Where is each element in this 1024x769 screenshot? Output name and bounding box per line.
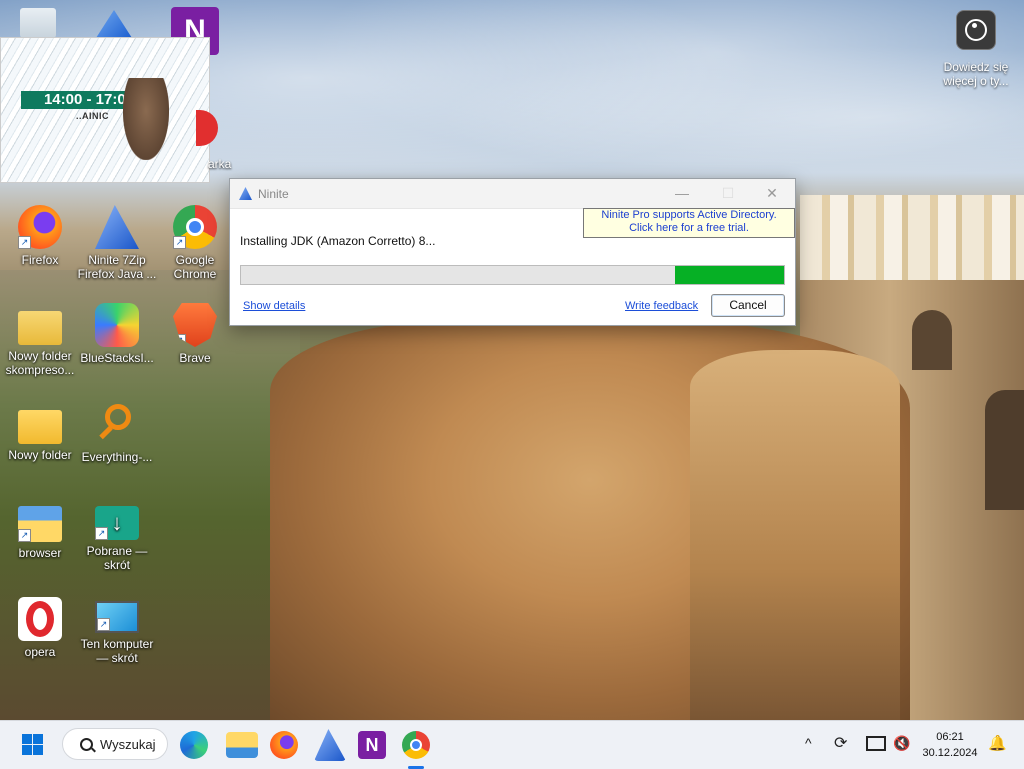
cliff-right bbox=[690, 350, 900, 720]
desktop-icon-label: Everything-... bbox=[81, 450, 153, 464]
desktop-icon-browser[interactable]: ↗ browser bbox=[0, 500, 80, 560]
firefox-icon[interactable] bbox=[270, 731, 298, 759]
app-n-icon[interactable]: N bbox=[358, 731, 386, 759]
taskbar: Wyszukaj N ^ ⟳ 🔇 06:21 30.12.2024 🔔 bbox=[0, 720, 1024, 769]
progress-fill bbox=[675, 266, 784, 284]
show-details-link[interactable]: Show details bbox=[243, 300, 305, 312]
update-icon[interactable]: ⟳ bbox=[834, 733, 847, 753]
magnifier-icon bbox=[95, 402, 139, 446]
desktop-icon-downloads[interactable]: ↓ ↗ Pobrane — skrót bbox=[77, 500, 157, 572]
taskbar-clock[interactable]: 06:21 30.12.2024 bbox=[918, 729, 982, 761]
progress-bar bbox=[240, 265, 785, 285]
shortcut-arrow-icon: ↗ bbox=[18, 236, 31, 249]
desktop-icon-label: Ninite 7Zip Firefox Java ... bbox=[77, 253, 157, 281]
desktop-icon-label: BlueStacksI... bbox=[80, 351, 154, 365]
desktop-icon-label: Pobrane — skrót bbox=[86, 544, 148, 572]
shortcut-arrow-icon: ↗ bbox=[173, 236, 186, 249]
zip-folder-icon bbox=[18, 311, 62, 345]
minimize-button[interactable]: — bbox=[659, 179, 705, 208]
brave-icon: ↗ bbox=[173, 303, 217, 347]
desktop-icon-ninite[interactable]: Ninite 7Zip Firefox Java ... bbox=[77, 205, 157, 281]
file-explorer-icon[interactable] bbox=[226, 732, 258, 758]
write-feedback-link[interactable]: Write feedback bbox=[625, 300, 698, 312]
clock-time: 06:21 bbox=[936, 731, 964, 743]
deer-image bbox=[123, 78, 169, 160]
shortcut-arrow-icon: ↗ bbox=[18, 529, 31, 542]
shortcut-arrow-icon: ↗ bbox=[97, 618, 110, 631]
network-icon[interactable] bbox=[866, 736, 886, 751]
close-button[interactable]: ✕ bbox=[749, 179, 795, 208]
bridge-arch-large bbox=[985, 390, 1024, 510]
ninite-pro-promo-link[interactable]: Ninite Pro supports Active Directory. Cl… bbox=[583, 208, 795, 238]
windows-logo-icon bbox=[22, 734, 32, 744]
search-icon bbox=[80, 738, 93, 751]
desktop-icon-this-pc[interactable]: ↗ Ten komputer — skrót bbox=[77, 597, 157, 665]
shortcut-arrow-icon: ↗ bbox=[95, 527, 108, 540]
desktop-icon-everything[interactable]: Everything-... bbox=[77, 402, 157, 464]
desktop-icon-folder[interactable]: Nowy folder bbox=[0, 402, 80, 462]
dialog-titlebar[interactable]: Ninite — ☐ ✕ bbox=[230, 179, 795, 209]
desktop-icon-brave[interactable]: ↗ Brave bbox=[155, 303, 235, 365]
desktop-icon-opera[interactable]: opera bbox=[0, 597, 80, 659]
desktop-icon-firefox[interactable]: ↗ Firefox bbox=[0, 205, 80, 267]
desktop-icon-label: Nowy folder skompreso... bbox=[5, 349, 75, 377]
desktop-icon-bluestacks[interactable]: BlueStacksI... bbox=[77, 303, 157, 365]
recycle-bin-icon[interactable] bbox=[20, 8, 56, 38]
monitor-icon: ↗ bbox=[95, 601, 139, 633]
desktop-icon-label: Nowy folder bbox=[8, 448, 72, 462]
desktop-icon-label: Firefox bbox=[21, 253, 59, 267]
downloads-icon: ↓ ↗ bbox=[95, 506, 139, 540]
ninite-icon bbox=[95, 205, 139, 249]
install-status: Installing JDK (Amazon Corretto) 8... bbox=[240, 234, 436, 248]
clock-date: 30.12.2024 bbox=[922, 747, 978, 759]
desktop-icon-zip-folder[interactable]: Nowy folder skompreso... bbox=[0, 303, 80, 377]
learn-more-widget[interactable]: Dowiedz się więcej o ty... bbox=[936, 10, 1016, 88]
chrome-icon[interactable] bbox=[402, 731, 430, 759]
desktop-icon-label: Ten komputer — skrót bbox=[80, 637, 154, 665]
start-button[interactable] bbox=[19, 729, 51, 761]
volume-muted-icon[interactable]: 🔇 bbox=[893, 735, 910, 752]
promo-line-2: Click here for a free trial. bbox=[629, 222, 749, 234]
shortcut-arrow-icon: ↗ bbox=[173, 334, 186, 347]
browser-folder-icon: ↗ bbox=[18, 506, 62, 542]
maximize-button: ☐ bbox=[721, 185, 735, 201]
widget-subtitle: ..AINIC bbox=[76, 111, 110, 121]
partial-app-label: arka bbox=[208, 157, 232, 171]
ninite-logo-icon bbox=[239, 187, 252, 200]
desktop-icon-label: Google Chrome bbox=[173, 253, 217, 281]
bluestacks-icon bbox=[95, 303, 139, 347]
learn-more-label: Dowiedz się więcej o ty... bbox=[943, 60, 1009, 88]
desktop-icon-chrome[interactable]: ↗ Google Chrome bbox=[155, 205, 235, 281]
folder-icon bbox=[18, 410, 62, 444]
desktop-icon-label: browser bbox=[18, 546, 62, 560]
info-camera-icon bbox=[956, 10, 996, 50]
ninite-icon[interactable] bbox=[314, 729, 346, 761]
edge-icon[interactable] bbox=[180, 731, 208, 759]
cancel-button[interactable]: Cancel bbox=[711, 294, 785, 317]
dialog-title: Ninite bbox=[258, 187, 289, 201]
opera-icon bbox=[18, 597, 62, 641]
desktop-icon-label: Brave bbox=[179, 351, 211, 365]
promo-line-1: Ninite Pro supports Active Directory. bbox=[601, 209, 777, 221]
chrome-icon: ↗ bbox=[173, 205, 217, 249]
town-houses bbox=[800, 195, 1024, 285]
ninite-dialog: Ninite — ☐ ✕ Ninite Pro supports Active … bbox=[229, 178, 796, 326]
taskbar-search[interactable]: Wyszukaj bbox=[62, 728, 168, 760]
bridge-arch bbox=[912, 310, 952, 370]
calendar-widget[interactable]: 14:00 - 17:00 ..AINIC bbox=[0, 37, 210, 183]
notification-bell-icon[interactable]: 🔔 bbox=[988, 734, 1007, 752]
tray-overflow-chevron[interactable]: ^ bbox=[805, 735, 812, 751]
search-label: Wyszukaj bbox=[100, 737, 156, 752]
firefox-icon: ↗ bbox=[18, 205, 62, 249]
desktop-icon-label: opera bbox=[24, 645, 56, 659]
